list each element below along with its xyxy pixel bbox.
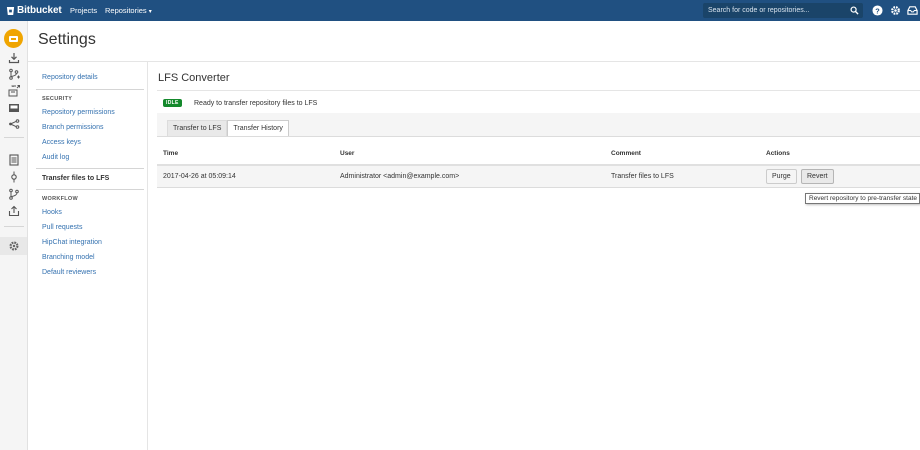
nav-repositories-label: Repositories [105,6,147,15]
nav-transfer-files-to-lfs[interactable]: Transfer files to LFS [42,175,109,182]
tab-transfer-history[interactable]: Transfer History [227,120,289,137]
nav-audit-log[interactable]: Audit log [42,154,69,161]
share-icon[interactable] [6,117,21,131]
tab-transfer-to-lfs[interactable]: Transfer to LFS [167,120,228,136]
gear-icon[interactable] [890,5,901,16]
nav-divider [36,89,144,90]
search-placeholder: Search for code or repositories... [708,6,810,14]
section-divider [157,90,920,91]
nav-divider [36,168,144,169]
nav-repository-details[interactable]: Repository details [42,74,98,81]
nav-access-keys[interactable]: Access keys [42,139,81,146]
sidebar-divider [4,137,24,138]
nav-divider [36,189,144,190]
bitbucket-icon [6,6,15,15]
bitbucket-logo[interactable]: Bitbucket [6,4,62,17]
fork-icon[interactable] [6,101,21,115]
nav-repository-permissions[interactable]: Repository permissions [42,109,115,116]
nav-projects[interactable]: Projects [70,6,97,15]
branches-icon[interactable] [6,187,21,201]
nav-pull-requests[interactable]: Pull requests [42,224,82,231]
section-heading: LFS Converter [158,72,230,84]
commits-icon[interactable] [6,170,21,184]
column-header-time: Time [163,150,179,157]
svg-text:?: ? [875,6,880,15]
nav-heading-security: SECURITY [42,96,73,102]
nav-default-reviewers[interactable]: Default reviewers [42,269,96,276]
create-pull-request-icon[interactable] [6,84,21,98]
repository-avatar[interactable] [4,29,23,48]
status-text: Ready to transfer repository files to LF… [194,100,318,107]
column-header-actions: Actions [766,150,790,157]
search-icon[interactable] [850,6,859,15]
create-branch-icon[interactable] [6,67,21,81]
nav-repositories[interactable]: Repositories ▾ [105,6,152,15]
cell-user: Administrator <admin@example.com> [340,173,460,180]
cell-comment: Transfer files to LFS [611,173,674,180]
header-divider [28,61,920,62]
status-badge: IDLE [163,99,182,107]
chevron-down-icon: ▾ [148,9,152,15]
nav-branch-permissions[interactable]: Branch permissions [42,124,103,131]
sidebar-divider [4,226,24,227]
repository-avatar-icon [9,36,18,42]
settings-navigation: Repository details SECURITY Repository p… [28,62,148,450]
source-icon[interactable] [6,153,21,167]
column-header-comment: Comment [611,150,641,157]
inbox-icon[interactable] [907,5,918,16]
nav-hooks[interactable]: Hooks [42,209,62,216]
revert-tooltip: Revert repository to pre-transfer state [805,193,920,204]
top-navigation-bar: Bitbucket Projects Repositories ▾ Search … [0,0,920,21]
nav-branching-model[interactable]: Branching model [42,254,95,261]
pull-requests-icon[interactable] [6,204,21,218]
help-icon[interactable]: ? [872,5,883,16]
repository-sidebar [0,21,28,450]
cell-time: 2017-04-26 at 05:09:14 [163,173,236,180]
clone-icon[interactable] [6,51,21,65]
nav-heading-workflow: WORKFLOW [42,196,79,202]
page-title: Settings [38,31,96,48]
repository-settings-icon[interactable] [0,237,27,255]
brand-name: Bitbucket [17,5,62,16]
tab-bar: Transfer to LFS Transfer History [167,120,289,137]
nav-hipchat-integration[interactable]: HipChat integration [42,239,102,246]
revert-button[interactable]: Revert [801,169,834,184]
column-header-user: User [340,150,355,157]
search-input[interactable]: Search for code or repositories... [703,3,863,18]
purge-button[interactable]: Purge [766,169,797,184]
